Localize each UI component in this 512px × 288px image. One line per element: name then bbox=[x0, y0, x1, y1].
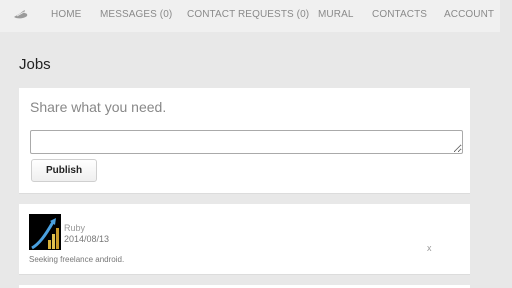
share-need-textarea[interactable] bbox=[30, 130, 463, 154]
post-author[interactable]: Ruby bbox=[64, 223, 85, 233]
nav-mural-link[interactable]: MURAL bbox=[318, 9, 354, 20]
nav-contact-requests-link[interactable]: CONTACT REQUESTS (0) bbox=[187, 9, 309, 20]
page-title: Jobs bbox=[19, 56, 51, 73]
post-date: 2014/08/13 bbox=[64, 234, 110, 244]
share-need-card: Share what you need. Publish bbox=[19, 88, 470, 194]
share-prompt-text: Share what you need. bbox=[30, 99, 167, 115]
nav-home-link[interactable]: HOME bbox=[51, 9, 81, 20]
nav-messages-link[interactable]: MESSAGES (0) bbox=[100, 9, 172, 20]
delete-post-button[interactable]: x bbox=[427, 243, 432, 253]
job-post-card: Ruby 2014/08/13 Seeking freelance androi… bbox=[19, 204, 470, 275]
publish-button[interactable]: Publish bbox=[31, 159, 97, 182]
bar-chart-arrow-avatar[interactable] bbox=[29, 214, 61, 250]
post-text: Seeking freelance android. bbox=[29, 255, 125, 264]
hand-logo-icon[interactable] bbox=[13, 7, 29, 19]
nav-contacts-link[interactable]: CONTACTS bbox=[372, 9, 427, 20]
top-navigation: HOME MESSAGES (0) CONTACT REQUESTS (0) M… bbox=[0, 0, 500, 32]
nav-account-link[interactable]: ACCOUNT bbox=[444, 9, 494, 20]
